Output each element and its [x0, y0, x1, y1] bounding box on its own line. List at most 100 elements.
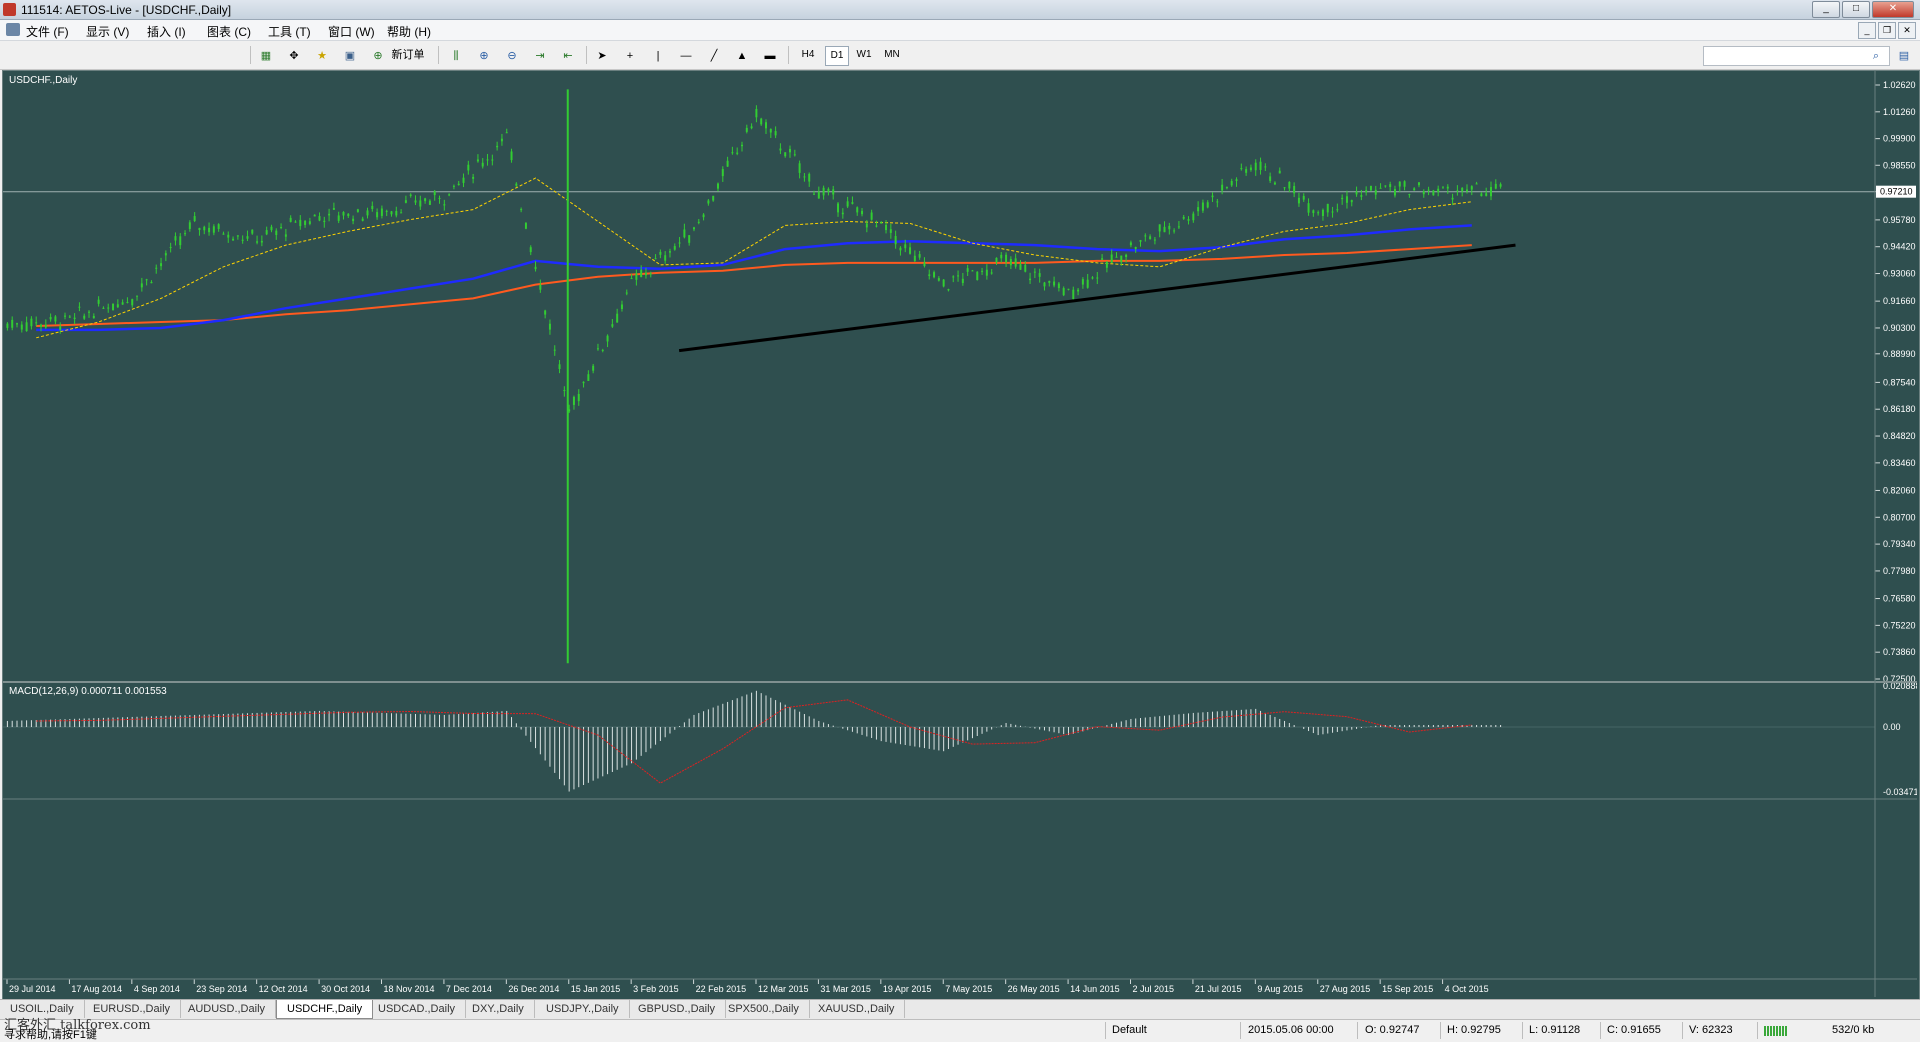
price-tick-label: 0.91660 — [1883, 296, 1916, 306]
cursor-icon[interactable]: ➤ — [592, 46, 612, 66]
candle-body — [1201, 202, 1204, 211]
candle-body — [174, 236, 177, 241]
candle-body — [188, 222, 191, 229]
candle-body — [424, 198, 427, 202]
candle-body — [467, 164, 470, 171]
candle-body — [721, 169, 724, 177]
candle-body — [976, 271, 979, 281]
menu-charts[interactable]: 图表 (C) — [207, 23, 251, 40]
chart-window[interactable]: 1.02620 1.01260 0.99900 0.98550 0.97210 0.957… — [2, 70, 1920, 1000]
tab-usdchf[interactable]: USDCHF.,Daily — [276, 1000, 374, 1019]
triangle-icon[interactable]: ▲ — [732, 46, 752, 66]
timeframe-mn[interactable]: MN — [881, 46, 903, 64]
menu-insert[interactable]: 插入 (I) — [147, 23, 186, 40]
candle-body — [688, 235, 691, 243]
favorites-icon[interactable]: ★ — [312, 46, 332, 66]
candle-body — [1125, 254, 1128, 258]
price-tick-label: 0.94420 — [1883, 242, 1916, 252]
rectangle-icon[interactable]: ▬ — [760, 46, 780, 66]
tab-audusd[interactable]: AUDUSD.,Daily — [178, 1000, 277, 1018]
new-order-button[interactable]: 新订单 — [388, 46, 428, 64]
auto-scroll-icon[interactable]: ⇥ — [530, 46, 550, 66]
search-input[interactable] — [1703, 46, 1890, 66]
mdi-minimize-button[interactable]: _ — [1858, 22, 1876, 39]
candle-body — [1057, 283, 1060, 289]
new-chart-icon[interactable]: ▦ — [256, 46, 276, 66]
candle-body — [529, 247, 532, 253]
date-tick-label: 29 Jul 2014 — [9, 984, 56, 994]
candle-body — [856, 207, 859, 213]
timeframe-h4[interactable]: H4 — [797, 46, 819, 64]
menu-view[interactable]: 显示 (V) — [86, 23, 129, 40]
tab-usdjpy[interactable]: USDJPY.,Daily — [536, 1000, 630, 1018]
menu-window[interactable]: 窗口 (W) — [328, 23, 375, 40]
horizontal-line-icon[interactable]: — — [676, 46, 696, 66]
candle-body — [208, 227, 211, 233]
candle-body — [361, 218, 364, 221]
candle-body — [510, 151, 513, 161]
maximize-button[interactable]: □ — [1842, 1, 1870, 18]
trendline-icon[interactable]: ╱ — [704, 46, 724, 66]
crosshair-icon[interactable]: + — [620, 46, 640, 66]
candle-body — [1086, 279, 1089, 288]
candle-body — [59, 326, 62, 330]
tab-dxy[interactable]: DXY.,Daily — [462, 1000, 535, 1018]
candle-body — [1077, 289, 1080, 292]
bar-chart-icon[interactable]: ⫼ — [446, 46, 466, 66]
candle-body — [30, 318, 33, 327]
price-tick-label: 0.90300 — [1883, 323, 1916, 333]
timeframe-w1[interactable]: W1 — [853, 46, 875, 64]
candle-body — [664, 255, 667, 261]
candle-body — [443, 204, 446, 206]
candle-body — [798, 163, 801, 173]
candle-body — [1360, 195, 1363, 197]
vertical-line-icon[interactable]: | — [648, 46, 668, 66]
candle-body — [496, 145, 499, 148]
candle-body — [1240, 168, 1243, 170]
candle-body — [1326, 203, 1329, 213]
candle-body — [433, 191, 436, 196]
tab-xauusd[interactable]: XAUUSD.,Daily — [808, 1000, 906, 1018]
price-tick-label: 1.01260 — [1883, 107, 1916, 117]
menu-file[interactable]: 文件 (F) — [26, 23, 69, 40]
candle-body — [851, 202, 854, 204]
mdi-close-button[interactable]: ✕ — [1898, 22, 1916, 39]
zoom-in-icon[interactable]: ⊕ — [474, 46, 494, 66]
chart-canvas[interactable]: 1.02620 1.01260 0.99900 0.98550 0.97210 0.957… — [3, 71, 1917, 997]
search-icon[interactable]: ⌕ — [1866, 46, 1886, 66]
candle-body — [25, 322, 28, 332]
candle-body — [563, 389, 566, 391]
tab-spx500[interactable]: SPX500.,Daily — [718, 1000, 810, 1018]
new-order-icon[interactable]: ⊕ — [368, 46, 388, 66]
candle-body — [260, 240, 263, 243]
candle-body — [390, 211, 393, 215]
menu-help[interactable]: 帮助 (H) — [387, 23, 431, 40]
candle-body — [1259, 161, 1262, 170]
candle-body — [1173, 230, 1176, 232]
candle-body — [1398, 181, 1401, 187]
candle-body — [808, 173, 811, 182]
tab-usdcad[interactable]: USDCAD.,Daily — [368, 1000, 467, 1018]
candle-body — [385, 210, 388, 212]
chart-shift-icon[interactable]: ⇤ — [558, 46, 578, 66]
mdi-controls: _ ❐ ✕ — [1858, 22, 1916, 39]
close-button[interactable]: ✕ — [1872, 1, 1914, 18]
candle-body — [1129, 242, 1132, 246]
candle-body — [83, 315, 86, 319]
zoom-out-icon[interactable]: ⊖ — [502, 46, 522, 66]
candle-body — [299, 219, 302, 227]
candle-body — [428, 200, 431, 205]
navigator-icon[interactable]: ▣ — [340, 46, 360, 66]
tab-gbpusd[interactable]: GBPUSD.,Daily — [628, 1000, 727, 1018]
candle-body — [582, 381, 585, 384]
mdi-restore-button[interactable]: ❐ — [1878, 22, 1896, 39]
community-icon[interactable]: ▤ — [1894, 46, 1914, 66]
timeframe-d1[interactable]: D1 — [825, 46, 849, 66]
candle-body — [803, 176, 806, 178]
crosshair-move-icon[interactable]: ✥ — [284, 46, 304, 66]
date-tick-label: 12 Mar 2015 — [758, 984, 809, 994]
menu-tools[interactable]: 工具 (T) — [268, 23, 311, 40]
candle-body — [35, 322, 38, 324]
minimize-button[interactable]: _ — [1812, 1, 1840, 18]
candle-body — [899, 247, 902, 251]
